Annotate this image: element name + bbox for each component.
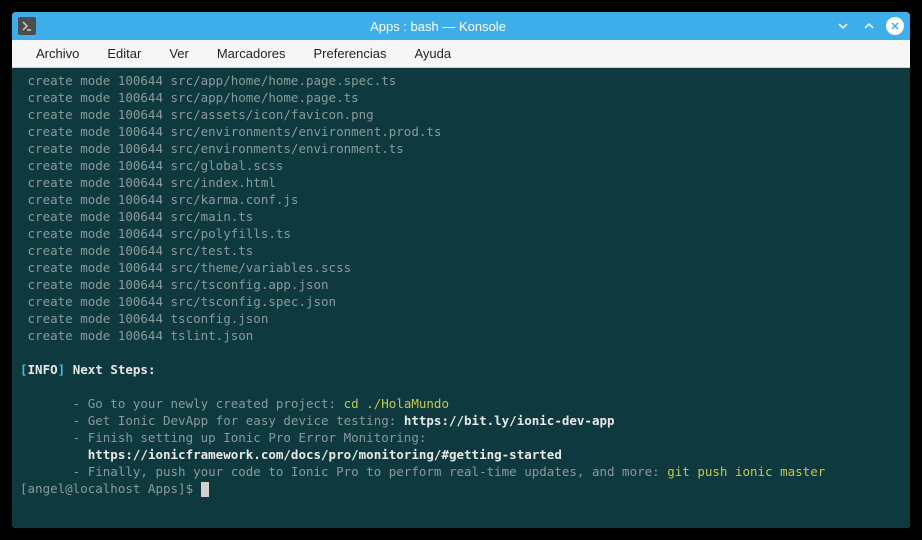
output-line: create mode 100644 src/environments/envi… (20, 124, 441, 139)
output-line: create mode 100644 src/assets/icon/favic… (20, 107, 374, 122)
info-label: INFO (28, 362, 58, 377)
konsole-window: Apps : bash — Konsole Archivo Editar Ver… (12, 12, 910, 528)
menu-ayuda[interactable]: Ayuda (400, 42, 465, 65)
output-line: create mode 100644 src/main.ts (20, 209, 253, 224)
step-link: https://ionicframework.com/docs/pro/moni… (88, 447, 562, 462)
output-line: create mode 100644 src/theme/variables.s… (20, 260, 351, 275)
output-line: create mode 100644 tsconfig.json (20, 311, 268, 326)
prompt: [angel@localhost Apps]$ (20, 481, 201, 496)
menu-ver[interactable]: Ver (155, 42, 203, 65)
window-controls (834, 17, 904, 35)
output-line: create mode 100644 src/test.ts (20, 243, 253, 258)
output-line: create mode 100644 src/karma.conf.js (20, 192, 298, 207)
titlebar[interactable]: Apps : bash — Konsole (12, 12, 910, 40)
pad (20, 447, 88, 462)
maximize-button[interactable] (860, 17, 878, 35)
output-line: create mode 100644 src/index.html (20, 175, 276, 190)
cursor (201, 482, 209, 497)
menu-marcadores[interactable]: Marcadores (203, 42, 300, 65)
app-icon (18, 17, 36, 35)
output-line: create mode 100644 tslint.json (20, 328, 253, 343)
menubar: Archivo Editar Ver Marcadores Preferenci… (12, 40, 910, 68)
step-text: - Finally, push your code to Ionic Pro t… (20, 464, 667, 479)
menu-archivo[interactable]: Archivo (22, 42, 93, 65)
info-bracket: [ (20, 362, 28, 377)
output-line: create mode 100644 src/app/home/home.pag… (20, 73, 396, 88)
output-line: create mode 100644 src/global.scss (20, 158, 283, 173)
menu-editar[interactable]: Editar (93, 42, 155, 65)
step-command: git push ionic master (667, 464, 825, 479)
output-line: create mode 100644 src/tsconfig.spec.jso… (20, 294, 336, 309)
step-command: cd ./HolaMundo (344, 396, 449, 411)
window-title: Apps : bash — Konsole (42, 19, 834, 34)
output-line: create mode 100644 src/polyfills.ts (20, 226, 291, 241)
output-line: create mode 100644 src/tsconfig.app.json (20, 277, 329, 292)
step-text: - Finish setting up Ionic Pro Error Moni… (20, 430, 434, 445)
close-button[interactable] (886, 17, 904, 35)
output-line: create mode 100644 src/environments/envi… (20, 141, 404, 156)
output-line: create mode 100644 src/app/home/home.pag… (20, 90, 359, 105)
step-link: https://bit.ly/ionic-dev-app (404, 413, 615, 428)
menu-preferencias[interactable]: Preferencias (299, 42, 400, 65)
next-steps-label: Next Steps: (65, 362, 155, 377)
minimize-button[interactable] (834, 17, 852, 35)
step-text: - Go to your newly created project: (20, 396, 344, 411)
step-text: - Get Ionic DevApp for easy device testi… (20, 413, 404, 428)
terminal-area[interactable]: create mode 100644 src/app/home/home.pag… (12, 68, 910, 528)
